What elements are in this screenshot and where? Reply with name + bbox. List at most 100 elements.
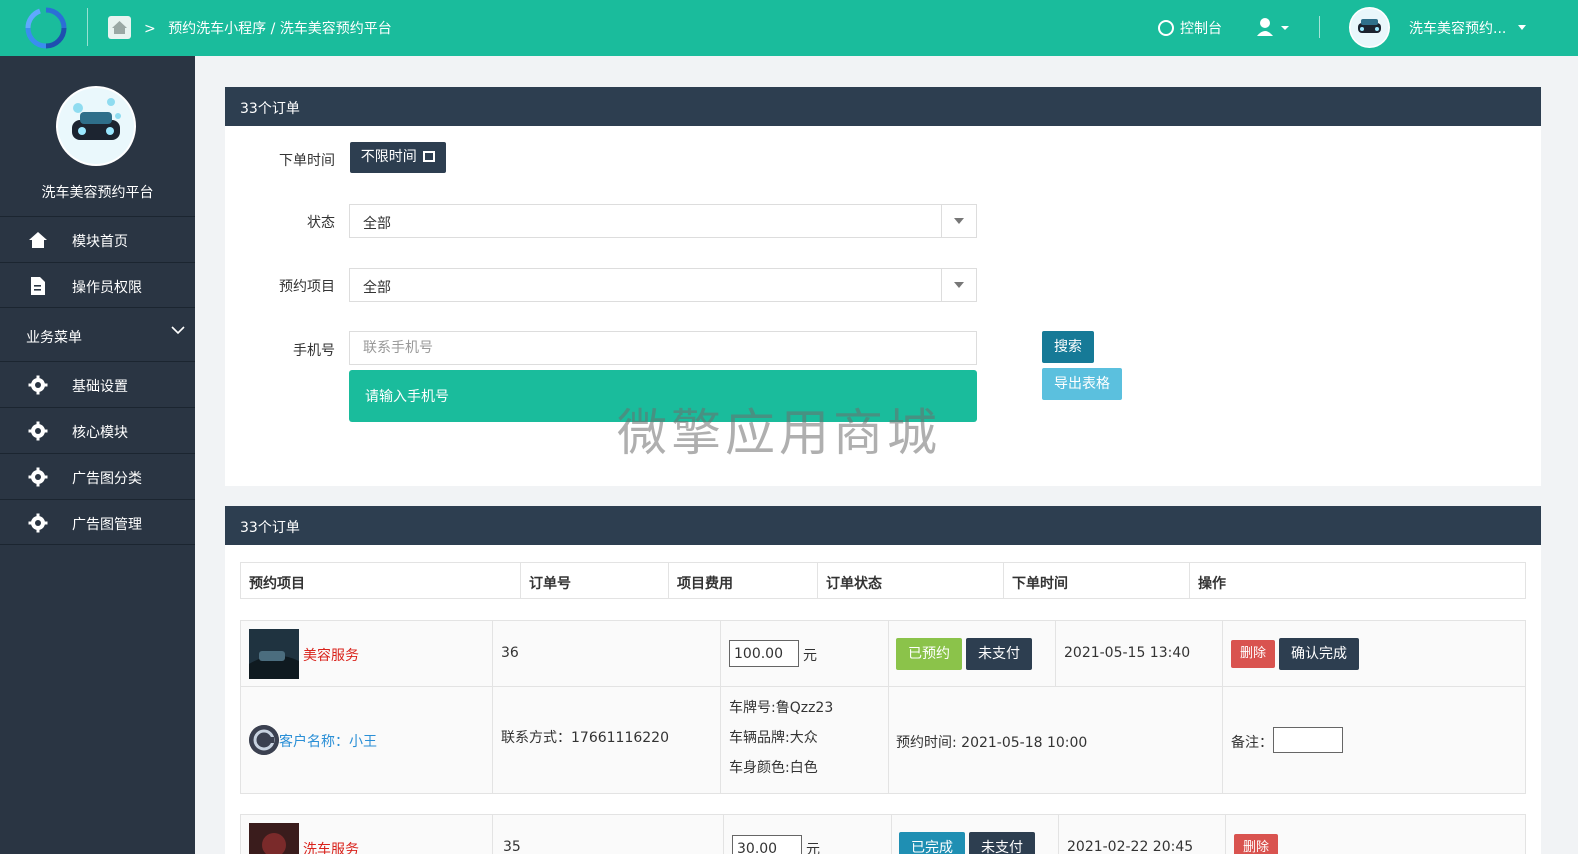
- orders-panel: 33个订单 预约项目 订单号 项目费用 订单状态 下单时间 操作 美容服务 36: [225, 506, 1541, 854]
- sidebar-item-core-module[interactable]: 核心模块: [0, 407, 195, 453]
- user-menu-icon[interactable]: [1256, 17, 1292, 37]
- status-badge[interactable]: 已预约: [896, 638, 962, 670]
- sidebar-item-label: 核心模块: [72, 425, 128, 441]
- phone-input[interactable]: [349, 331, 977, 365]
- remark-cell: 备注：: [1223, 687, 1525, 793]
- confirm-complete-button[interactable]: 确认完成: [1279, 638, 1359, 670]
- order-time-value: 不限时间: [360, 149, 417, 165]
- chevron-down-icon[interactable]: [1518, 25, 1526, 30]
- order-number: 36: [501, 645, 519, 661]
- contact-cell: 联系方式：17661116220: [493, 687, 721, 793]
- column-header: 操作: [1198, 576, 1226, 592]
- export-button[interactable]: 导出表格: [1042, 368, 1122, 400]
- user-avatar-icon: [249, 725, 279, 755]
- column-header: 订单状态: [818, 563, 1004, 598]
- breadcrumb-item[interactable]: 洗车美容预约平台: [280, 21, 392, 37]
- car-logo-icon: [1350, 8, 1389, 47]
- home-button[interactable]: [108, 16, 131, 39]
- select-arrow: [941, 205, 976, 237]
- sidebar-item-label: 广告图分类: [72, 471, 142, 487]
- order-time-button[interactable]: 不限时间: [350, 142, 446, 173]
- contact-phone: 联系方式：17661116220: [501, 730, 669, 746]
- order-no-cell: 35: [493, 815, 724, 854]
- currency-unit: 元: [806, 842, 820, 854]
- remark-input[interactable]: [1273, 727, 1343, 753]
- vehicle-cell: 车牌号:鲁Qzz23 车辆品牌:大众 车身颜色:白色: [721, 687, 889, 793]
- sidebar-item-label: 模块首页: [72, 234, 128, 250]
- caret-down-icon: [954, 218, 964, 224]
- delete-button[interactable]: 删除: [1234, 834, 1278, 854]
- column-header: 预约项目: [241, 563, 521, 598]
- fee-input[interactable]: [732, 835, 802, 854]
- gear-icon: [28, 375, 48, 395]
- filter-panel: 33个订单 下单时间 不限时间 状态 全部 预约项目 全部 手机号 请输入手机号…: [225, 87, 1541, 486]
- pay-status-badge[interactable]: 未支付: [966, 638, 1032, 670]
- fee-cell: 元: [721, 621, 889, 686]
- caret-down-icon: [954, 282, 964, 288]
- chevron-right-icon: >: [144, 21, 156, 37]
- vehicle-brand: 车辆品牌:大众: [729, 730, 818, 746]
- status-label: 状态: [307, 215, 335, 231]
- status-badge[interactable]: 已完成: [899, 832, 965, 854]
- gear-icon: [28, 513, 48, 533]
- platform-logo: [56, 86, 136, 166]
- car-photo-icon: [249, 629, 299, 679]
- app-logo-icon[interactable]: [24, 6, 68, 50]
- sidebar-item-label: 广告图管理: [72, 517, 142, 533]
- table-header: 预约项目 订单号 项目费用 订单状态 下单时间 操作: [240, 562, 1526, 599]
- order-card: 美容服务 36 元 已预约 未支付 2021-05-15 13:40 删除 确认…: [240, 620, 1526, 794]
- sidebar-item-permissions[interactable]: 操作员权限: [0, 262, 195, 308]
- order-time-cell: 2021-02-22 20:45: [1059, 815, 1226, 854]
- sidebar-item-label: 基础设置: [72, 379, 128, 395]
- chevron-down-icon: [171, 326, 185, 335]
- gear-icon: [28, 467, 48, 487]
- sidebar-title: 洗车美容预约平台: [41, 185, 154, 201]
- filter-panel-title: 33个订单: [225, 87, 1541, 126]
- phone-label: 手机号: [293, 343, 335, 359]
- status-select[interactable]: 全部: [349, 204, 977, 238]
- order-no-cell: 36: [493, 621, 721, 686]
- pay-status-badge[interactable]: 未支付: [969, 832, 1035, 854]
- customer-cell: 客户名称：小王: [241, 687, 493, 793]
- console-link[interactable]: 控制台: [1158, 18, 1222, 38]
- order-time-cell: 2021-05-15 13:40: [1056, 621, 1223, 686]
- customer-avatar: [249, 725, 279, 755]
- sidebar-group-label: 业务菜单: [26, 330, 82, 346]
- sidebar-item-label: 操作员权限: [72, 280, 142, 296]
- account-name[interactable]: 洗车美容预约...: [1409, 18, 1506, 38]
- service-cell: 洗车服务: [241, 815, 493, 854]
- sidebar-item-basic-settings[interactable]: 基础设置: [0, 361, 195, 407]
- home-icon: [29, 232, 47, 248]
- breadcrumb: > 预约洗车小程序 / 洗车美容预约平台: [144, 18, 392, 38]
- column-header: 下单时间: [1004, 563, 1190, 598]
- fee-input[interactable]: [729, 640, 799, 667]
- table-row: 美容服务 36 元 已预约 未支付 2021-05-15 13:40 删除 确认…: [241, 621, 1525, 687]
- breadcrumb-item[interactable]: 预约洗车小程序: [168, 21, 266, 37]
- service-name[interactable]: 洗车服务: [303, 839, 359, 854]
- orders-panel-title: 33个订单: [225, 506, 1541, 545]
- status-select-value: 全部: [363, 216, 391, 232]
- sidebar-group-business[interactable]: 业务菜单: [0, 307, 195, 361]
- sidebar-item-banner-management[interactable]: 广告图管理: [0, 499, 195, 545]
- currency-unit: 元: [803, 648, 817, 664]
- status-cell: 已完成 未支付: [892, 815, 1059, 854]
- gear-icon: [28, 421, 48, 441]
- home-icon: [112, 21, 127, 34]
- actions-cell: 删除 确认完成: [1223, 621, 1525, 686]
- breadcrumb-separator: /: [270, 21, 276, 37]
- search-button[interactable]: 搜索: [1042, 331, 1094, 363]
- divider: [87, 8, 88, 46]
- order-card: 洗车服务 35 元 已完成 未支付 2021-02-22 20:45 删除: [240, 814, 1526, 854]
- account-avatar[interactable]: [1349, 7, 1390, 48]
- divider: [1319, 16, 1320, 38]
- delete-button[interactable]: 删除: [1231, 640, 1275, 668]
- customer-name[interactable]: 客户名称：小王: [279, 731, 377, 751]
- sidebar-item-banner-category[interactable]: 广告图分类: [0, 453, 195, 499]
- appointment-cell: 预约时间: 2021-05-18 10:00: [889, 687, 1223, 793]
- column-header: 项目费用: [669, 563, 818, 598]
- project-select[interactable]: 全部: [349, 268, 977, 302]
- sidebar-item-home[interactable]: 模块首页: [0, 216, 195, 262]
- status-cell: 已预约 未支付: [889, 621, 1056, 686]
- service-name[interactable]: 美容服务: [303, 645, 359, 665]
- appointment-time: 预约时间: 2021-05-18 10:00: [896, 735, 1088, 751]
